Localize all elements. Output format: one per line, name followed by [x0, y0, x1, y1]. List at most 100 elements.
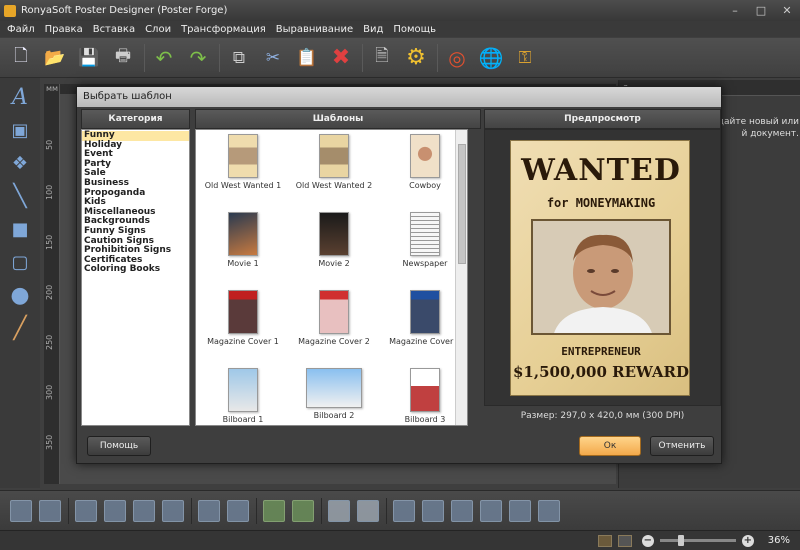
open-folder-icon[interactable]: 📂: [42, 45, 68, 71]
zoom-slider[interactable]: [659, 535, 736, 546]
template-thumbnail: [228, 290, 258, 334]
template-label: Old West Wanted 1: [204, 181, 282, 190]
menu-edit[interactable]: Правка: [40, 24, 88, 35]
bring-to-front-icon[interactable]: [75, 499, 97, 522]
ruler-mark: 150: [45, 234, 54, 250]
menu-bar: Файл Правка Вставка Слои Трансформация В…: [0, 21, 800, 37]
page-view-icon[interactable]: [597, 534, 612, 547]
send-backward-icon[interactable]: [133, 499, 155, 522]
scrollbar-thumb[interactable]: [458, 144, 466, 264]
menu-help[interactable]: Помощь: [388, 24, 441, 35]
poster-caption: ENTREPRENEUR: [561, 345, 641, 358]
align-top-icon[interactable]: [393, 499, 415, 522]
bring-forward-icon[interactable]: [104, 499, 126, 522]
template-item[interactable]: Movie 1: [198, 212, 288, 268]
template-thumbnail: [410, 368, 440, 412]
rotate-right-icon[interactable]: [292, 499, 314, 522]
template-item[interactable]: Old West Wanted 2: [289, 134, 379, 190]
undo-icon[interactable]: ↶: [151, 45, 177, 71]
cut-icon[interactable]: ✂: [260, 45, 286, 71]
template-label: Bilboard 1: [222, 415, 264, 424]
template-label: Magazine Cover 1: [207, 337, 279, 346]
menu-transform[interactable]: Трансформация: [176, 24, 271, 35]
template-item[interactable]: Magazine Cover 2: [289, 290, 379, 346]
template-item[interactable]: Bilboard 2: [289, 368, 379, 420]
delete-icon[interactable]: ✖: [328, 45, 354, 71]
print-icon[interactable]: 🖶: [110, 45, 136, 71]
vertical-ruler: мм 50 100 150 200 250 300 350: [44, 84, 60, 484]
zoom-slider-handle[interactable]: [677, 535, 684, 546]
align-bottom-icon[interactable]: [451, 499, 473, 522]
template-item[interactable]: Bilboard 1: [198, 368, 288, 424]
new-document-icon[interactable]: 🗋: [8, 45, 34, 71]
image-tool-icon[interactable]: ▣: [7, 117, 33, 143]
ok-button[interactable]: Ок: [579, 436, 641, 456]
gear-icon[interactable]: ⚙: [403, 45, 429, 71]
rounded-rectangle-tool-icon[interactable]: ▢: [7, 249, 33, 275]
category-item[interactable]: Coloring Books: [82, 265, 189, 275]
dialog-title: Выбрать шаблон: [77, 87, 721, 107]
align-left-icon[interactable]: [480, 499, 502, 522]
close-button[interactable]: ✕: [774, 2, 800, 20]
align-right-icon[interactable]: [538, 499, 560, 522]
key-icon[interactable]: ⚿: [512, 45, 538, 71]
flip-vertical-icon[interactable]: [357, 499, 379, 522]
template-thumbnail: [228, 368, 258, 412]
menu-insert[interactable]: Вставка: [88, 24, 140, 35]
zoom-out-button[interactable]: −: [641, 534, 654, 547]
poster-subtitle: for MONEYMAKING: [546, 196, 656, 210]
poster-preview: WANTED for MONEYMAKING ENTREPRENEUR $1,5…: [510, 140, 690, 396]
menu-align[interactable]: Выравнивание: [271, 24, 358, 35]
zoom-value: 36%: [767, 535, 790, 546]
text-tool-icon[interactable]: A: [7, 84, 33, 110]
template-item[interactable]: Magazine Cover 1: [198, 290, 288, 346]
menu-layers[interactable]: Слои: [140, 24, 176, 35]
template-thumbnail: [410, 290, 440, 334]
template-thumbnail: [319, 134, 349, 178]
ruler-mark: 350: [45, 434, 54, 450]
menu-view[interactable]: Вид: [358, 24, 388, 35]
template-label: Old West Wanted 2: [295, 181, 373, 190]
fit-view-icon[interactable]: [617, 534, 632, 547]
template-thumbnail: [410, 212, 440, 256]
template-label: Movie 1: [227, 259, 259, 268]
pen-tool-icon[interactable]: ╱: [7, 315, 33, 341]
window-title: RonyaSoft Poster Designer (Poster Forge): [21, 5, 228, 16]
page-settings-icon[interactable]: 🗎: [369, 45, 395, 71]
line-tool-icon[interactable]: ╲: [7, 183, 33, 209]
help-button[interactable]: Помощь: [87, 436, 151, 456]
redo-icon[interactable]: ↷: [185, 45, 211, 71]
copy-icon[interactable]: ⧉: [226, 45, 252, 71]
flip-horizontal-icon[interactable]: [328, 499, 350, 522]
zoom-in-button[interactable]: +: [741, 534, 754, 547]
template-scrollbar[interactable]: [455, 130, 467, 425]
preview-panel: WANTED for MONEYMAKING ENTREPRENEUR $1,5…: [484, 129, 721, 406]
rectangle-tool-icon[interactable]: ■: [7, 216, 33, 242]
save-icon[interactable]: 💾: [76, 45, 102, 71]
align-middle-icon[interactable]: [422, 499, 444, 522]
template-item[interactable]: Old West Wanted 1: [198, 134, 288, 190]
group-icon[interactable]: [10, 499, 32, 522]
distribute-vertical-icon[interactable]: [227, 499, 249, 522]
distribute-horizontal-icon[interactable]: [198, 499, 220, 522]
title-bar: RonyaSoft Poster Designer (Poster Forge)…: [0, 0, 800, 21]
main-toolbar: 🗋 📂 💾 🖶 ↶ ↷ ⧉ ✂ 📋 ✖ 🗎 ⚙ ◎ 🌐 ⚿: [0, 38, 800, 78]
preview-header: Предпросмотр: [484, 109, 721, 129]
rotate-left-icon[interactable]: [263, 499, 285, 522]
minimize-button[interactable]: –: [722, 2, 748, 20]
status-bar: − + 36%: [0, 530, 800, 550]
ellipse-tool-icon[interactable]: ●: [7, 282, 33, 308]
clipart-tool-icon[interactable]: ❖: [7, 150, 33, 176]
help-lifebuoy-icon[interactable]: ◎: [444, 45, 470, 71]
ruler-mark: 250: [45, 334, 54, 350]
cancel-button[interactable]: Отменить: [650, 436, 714, 456]
ungroup-icon[interactable]: [39, 499, 61, 522]
menu-file[interactable]: Файл: [2, 24, 40, 35]
align-center-icon[interactable]: [509, 499, 531, 522]
template-item[interactable]: Movie 2: [289, 212, 379, 268]
send-to-back-icon[interactable]: [162, 499, 184, 522]
globe-icon[interactable]: 🌐: [478, 45, 504, 71]
arrange-toolbar: [0, 490, 800, 530]
maximize-button[interactable]: □: [748, 2, 774, 20]
paste-icon[interactable]: 📋: [294, 45, 320, 71]
